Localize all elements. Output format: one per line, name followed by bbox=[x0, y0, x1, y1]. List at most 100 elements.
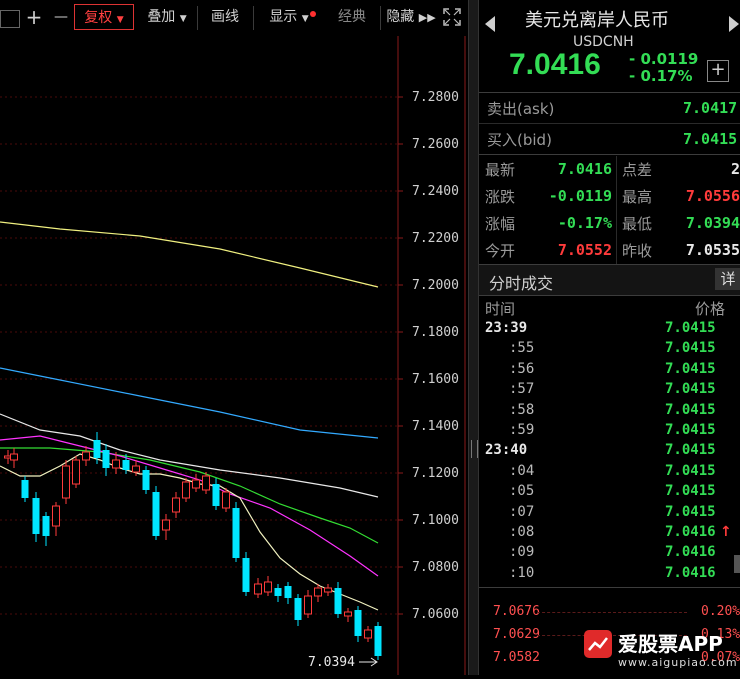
fullscreen-icon bbox=[443, 8, 461, 26]
zoom-in-button[interactable]: + bbox=[24, 4, 44, 30]
plus-icon: + bbox=[710, 59, 726, 80]
stat-label: 今开 bbox=[485, 242, 516, 260]
quote-panel: 美元兑离岸人民币 USDCNH 7.0416 - 0.0119 - 0.17% … bbox=[479, 0, 740, 675]
candle-body bbox=[334, 588, 342, 614]
stat-value: -0.17% bbox=[557, 214, 612, 232]
trade-row: :09 7.0416 bbox=[479, 544, 740, 564]
trade-row: :04 7.0415 bbox=[479, 463, 740, 483]
chevron-down-icon: ▼ bbox=[301, 14, 309, 24]
trade-price: 7.0415 bbox=[665, 401, 716, 418]
trades-scrollbar[interactable] bbox=[734, 555, 740, 573]
chart-toolbar: + — 复权 ▼ 叠加 ▼ 画线 显示 ▼ 经典 隐藏 ▶▶ bbox=[0, 0, 468, 36]
candle-body bbox=[162, 519, 170, 531]
ask-row: 卖出(ask) 7.0417 bbox=[479, 96, 740, 122]
candle-body bbox=[152, 492, 160, 536]
candle-body bbox=[212, 484, 220, 506]
stat-value: 2 bbox=[730, 160, 740, 178]
toolbar-separator bbox=[253, 6, 254, 30]
trade-price: 7.0416 bbox=[665, 544, 716, 561]
candle-body bbox=[142, 470, 150, 490]
stat-value: 7.0394 bbox=[685, 214, 740, 232]
candle-body bbox=[232, 508, 240, 558]
bid-label: 买入(bid) bbox=[487, 131, 552, 149]
mini-price-label: 7.0629 bbox=[493, 627, 540, 642]
trade-price: 7.0415 bbox=[665, 381, 716, 398]
candle-body bbox=[304, 595, 312, 615]
mini-price-label: 7.0676 bbox=[493, 604, 540, 619]
trade-row: :57 7.0415 bbox=[479, 381, 740, 401]
quote-title: 美元兑离岸人民币 bbox=[525, 10, 669, 31]
stat-label: 昨收 bbox=[622, 242, 653, 260]
draw-line-button[interactable]: 画线 bbox=[203, 4, 247, 30]
restore-small-button[interactable] bbox=[0, 10, 20, 28]
candle-body bbox=[364, 629, 372, 639]
mini-price-label: 7.0582 bbox=[493, 650, 540, 665]
add-watchlist-button[interactable]: + bbox=[707, 60, 729, 82]
display-button[interactable]: 显示 ▼ bbox=[258, 4, 320, 30]
notification-dot-icon bbox=[310, 11, 316, 17]
trade-row: :07 7.0415 bbox=[479, 504, 740, 524]
candle-body bbox=[324, 587, 332, 593]
trade-time: 23:40 bbox=[485, 442, 528, 459]
classic-button[interactable]: 经典 bbox=[330, 4, 374, 30]
stat-value: -0.0119 bbox=[548, 187, 612, 205]
candle-body bbox=[72, 459, 80, 485]
stats-row: 涨跌 -0.0119 最高 7.0556 bbox=[479, 184, 740, 210]
trade-time: :59 bbox=[509, 422, 535, 438]
panel-splitter[interactable] bbox=[468, 0, 479, 675]
fullscreen-button[interactable] bbox=[440, 4, 464, 30]
candle-body bbox=[354, 610, 362, 636]
ask-label: 卖出(ask) bbox=[487, 100, 555, 118]
trade-time: :10 bbox=[509, 564, 535, 581]
candle-body bbox=[122, 460, 130, 470]
trade-price: 7.0415 bbox=[665, 503, 716, 520]
trade-time: :05 bbox=[509, 483, 535, 500]
trade-price: 7.0415 bbox=[665, 360, 716, 377]
trades-header: 分时成交 详 bbox=[479, 265, 740, 295]
candle-body bbox=[374, 626, 382, 656]
price-tick-label: 7.2200 bbox=[412, 231, 459, 246]
splitter-handle-icon bbox=[471, 440, 478, 458]
price-tick-label: 7.1000 bbox=[412, 513, 459, 528]
candle-body bbox=[344, 611, 352, 617]
trade-time: :57 bbox=[509, 381, 535, 398]
next-symbol-icon[interactable] bbox=[729, 16, 739, 32]
zoom-out-button[interactable]: — bbox=[50, 4, 72, 30]
price-change-pct: - 0.17% bbox=[629, 67, 693, 85]
stats-row: 涨幅 -0.17% 最低 7.0394 bbox=[479, 211, 740, 237]
trade-price: 7.0415 bbox=[665, 422, 716, 438]
trade-time: :04 bbox=[509, 462, 535, 479]
restore-rights-button[interactable]: 复权 ▼ bbox=[74, 4, 134, 30]
low-price-marker: 7.0394 bbox=[308, 655, 355, 670]
last-price: 7.0416 bbox=[509, 48, 601, 81]
overlay-button[interactable]: 叠加 ▼ bbox=[142, 4, 192, 30]
col-time-header: 时间 bbox=[485, 300, 516, 318]
hide-button[interactable]: 隐藏 ▶▶ bbox=[386, 4, 436, 30]
stat-value: 7.0556 bbox=[685, 187, 740, 205]
candle-body bbox=[172, 497, 180, 513]
candle-body bbox=[112, 459, 120, 469]
stat-label: 涨幅 bbox=[485, 215, 516, 233]
trade-price: 7.0415 bbox=[665, 462, 716, 479]
candle-body bbox=[294, 598, 302, 620]
candle-body bbox=[192, 479, 200, 489]
bid-row: 买入(bid) 7.0415 bbox=[479, 127, 740, 153]
col-price-header: 价格 bbox=[695, 300, 726, 318]
restore-rights-label: 复权 bbox=[84, 10, 113, 26]
prev-symbol-icon[interactable] bbox=[485, 16, 495, 32]
detail-button[interactable]: 详 bbox=[715, 268, 740, 290]
price-tick-label: 7.0800 bbox=[412, 560, 459, 575]
candlestick-chart[interactable]: 7.2800 7.2600 7.2400 7.2200 7.2000 7.1800 7.16… bbox=[0, 36, 468, 675]
stat-label: 最高 bbox=[622, 188, 653, 206]
candle-body bbox=[132, 465, 140, 473]
trade-time: :09 bbox=[509, 544, 535, 561]
display-label: 显示 bbox=[269, 9, 298, 25]
trade-row: :58 7.0415 bbox=[479, 402, 740, 422]
candle-body bbox=[62, 465, 70, 499]
candle-body bbox=[82, 451, 90, 461]
trade-time: 23:39 bbox=[485, 320, 528, 336]
divider-line bbox=[479, 154, 740, 155]
candle-body bbox=[52, 505, 60, 527]
stats-vertical-divider bbox=[616, 156, 617, 264]
candle-body bbox=[182, 481, 190, 499]
